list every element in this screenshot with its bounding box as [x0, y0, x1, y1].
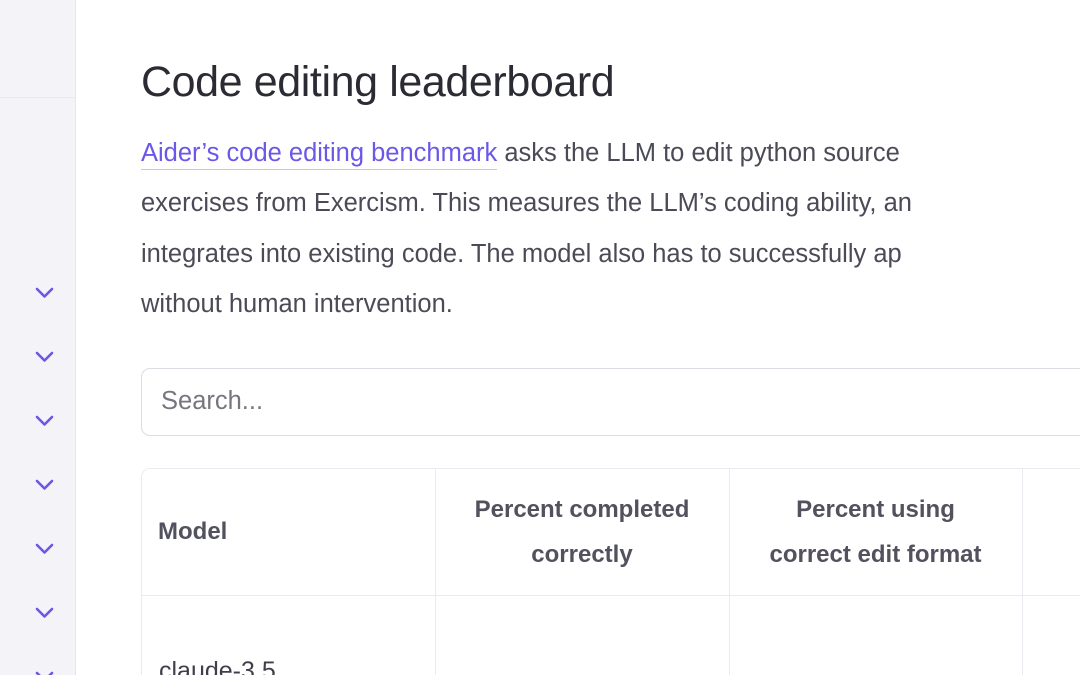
chevron-down-icon[interactable] — [34, 411, 54, 431]
leaderboard-table: Model Percent completed correctly Percen… — [142, 468, 1080, 675]
chevron-down-icon[interactable] — [34, 475, 54, 495]
sidebar-item-7[interactable] — [0, 662, 75, 675]
table-row[interactable]: claude-3.5 aid - — [142, 595, 1080, 675]
sidebar-item-5[interactable] — [0, 534, 75, 564]
intro-line-2: exercises from Exercism. This measures t… — [141, 189, 912, 218]
benchmark-link[interactable]: Aider’s code editing benchmark — [141, 138, 498, 170]
table-header-row: Model Percent completed correctly Percen… — [142, 468, 1080, 597]
table-header: Model Percent completed correctly Percen… — [142, 468, 1080, 597]
cell-percent-completed — [435, 595, 730, 675]
search-container — [141, 367, 1080, 436]
column-header-line-2: correct edit format — [769, 540, 982, 568]
column-header-line-1: Percent using — [796, 495, 955, 523]
page-root: Code editing leaderboard Aider’s code ed… — [0, 0, 1080, 675]
sidebar — [0, 0, 76, 675]
chevron-down-icon[interactable] — [34, 539, 54, 559]
model-name: claude-3.5 — [159, 656, 276, 675]
sidebar-header-area — [0, 0, 75, 98]
sidebar-item-1[interactable] — [0, 278, 75, 308]
content-column: Code editing leaderboard Aider’s code ed… — [141, 0, 1080, 675]
cell-command: aid - — [1022, 595, 1080, 675]
cell-percent-edit-format — [729, 595, 1023, 675]
intro-line-3: integrates into existing code. The model… — [141, 239, 902, 268]
column-header-line-2: correctly — [531, 540, 633, 568]
page-title: Code editing leaderboard — [141, 58, 615, 106]
intro-line-1-rest: asks the LLM to edit python source — [497, 138, 900, 167]
column-header-percent-completed[interactable]: Percent completed correctly — [435, 468, 730, 597]
sidebar-item-6[interactable] — [0, 598, 75, 628]
cell-model: claude-3.5 — [142, 595, 436, 675]
intro-line-1: Aider’s code editing benchmark asks the … — [141, 128, 1080, 179]
column-header-line-1: Percent completed — [474, 495, 690, 523]
intro-paragraph: Aider’s code editing benchmark asks the … — [141, 128, 1080, 330]
chevron-down-icon[interactable] — [34, 283, 54, 303]
intro-line-4: without human intervention. — [141, 290, 453, 319]
column-header-percent-edit-format[interactable]: Percent using correct edit format — [729, 468, 1023, 597]
sidebar-item-3[interactable] — [0, 406, 75, 436]
sidebar-item-4[interactable] — [0, 470, 75, 500]
chevron-down-icon[interactable] — [34, 667, 54, 675]
sidebar-nav-list — [0, 98, 75, 675]
chevron-down-icon[interactable] — [34, 347, 54, 367]
column-header-command[interactable]: Co — [1022, 468, 1080, 597]
main-content: Code editing leaderboard Aider’s code ed… — [76, 0, 1080, 675]
sidebar-item-2[interactable] — [0, 342, 75, 372]
leaderboard-table-container: Model Percent completed correctly Percen… — [141, 467, 1080, 675]
table-body: claude-3.5 aid - — [142, 595, 1080, 675]
command-badge-list: aid - — [1040, 647, 1080, 675]
chevron-down-icon[interactable] — [34, 603, 54, 623]
column-header-model[interactable]: Model — [142, 468, 436, 597]
search-input[interactable] — [141, 367, 1080, 436]
